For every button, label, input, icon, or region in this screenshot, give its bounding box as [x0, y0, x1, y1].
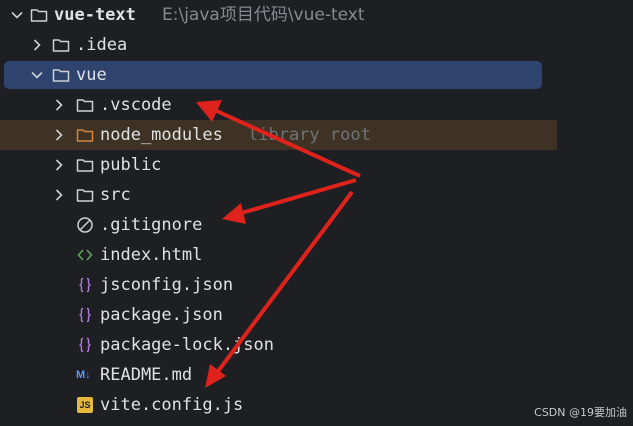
tree-row-idea[interactable]: .idea: [0, 30, 633, 60]
folder-icon: [76, 96, 94, 114]
tree-item-label: .gitignore: [100, 215, 203, 235]
tree-item-label: vite.config.js: [100, 395, 244, 415]
tree-item-label: package-lock.json: [100, 335, 274, 355]
tree-item-label: README.md: [100, 365, 193, 385]
tree-item-label: .vscode: [100, 95, 172, 115]
tree-row-project-root[interactable]: vue-text E:\java项目代码\vue-text: [0, 0, 633, 30]
chevron-right-icon[interactable]: [52, 128, 66, 142]
project-name: vue-text: [54, 5, 136, 25]
tree-row-package-lock[interactable]: package-lock.json: [0, 330, 633, 360]
folder-icon: [52, 36, 70, 54]
tree-row-vue[interactable]: vue: [0, 60, 633, 90]
tree-item-label: jsconfig.json: [100, 275, 234, 295]
chevron-down-icon[interactable]: [10, 8, 24, 22]
tree-row-package-json[interactable]: package.json: [0, 300, 633, 330]
html-icon: [76, 246, 94, 264]
chevron-right-icon[interactable]: [30, 38, 44, 52]
folder-icon: [76, 186, 94, 204]
tree-row-index-html[interactable]: index.html: [0, 240, 633, 270]
tree-item-label: node_modules: [100, 125, 223, 145]
json-icon: [76, 276, 94, 294]
chevron-right-icon[interactable]: [52, 188, 66, 202]
tree-item-label: vue: [76, 65, 107, 85]
markdown-icon: M↓: [76, 369, 91, 381]
chevron-right-icon[interactable]: [52, 98, 66, 112]
watermark: CSDN @19要加油: [534, 406, 627, 419]
folder-icon: [76, 156, 94, 174]
folder-icon: [30, 6, 48, 24]
tree-row-public[interactable]: public: [0, 150, 633, 180]
tree-row-jsconfig[interactable]: jsconfig.json: [0, 270, 633, 300]
json-icon: [76, 336, 94, 354]
tree-item-label: package.json: [100, 305, 223, 325]
tree-row-vscode[interactable]: .vscode: [0, 90, 633, 120]
tree-row-node-modules[interactable]: node_modules library root: [0, 120, 633, 150]
js-badge: JS: [77, 397, 93, 413]
chevron-down-icon[interactable]: [30, 68, 44, 82]
chevron-right-icon[interactable]: [52, 158, 66, 172]
tree-row-gitignore[interactable]: .gitignore: [0, 210, 633, 240]
tree-row-readme[interactable]: M↓ README.md: [0, 360, 633, 390]
tree-row-src[interactable]: src: [0, 180, 633, 210]
library-root-hint: library root: [248, 125, 371, 145]
gitignore-icon: [76, 216, 94, 234]
folder-icon-orange: [76, 126, 94, 144]
project-path: E:\java项目代码\vue-text: [162, 5, 365, 25]
js-icon: JS: [77, 397, 95, 415]
tree-item-label: public: [100, 155, 162, 175]
folder-icon: [52, 66, 70, 84]
json-icon: [76, 306, 94, 324]
tree-item-label: .idea: [76, 35, 128, 55]
tree-item-label: index.html: [100, 245, 203, 265]
project-tree: vue-text E:\java项目代码\vue-text .idea vue …: [0, 0, 633, 426]
tree-item-label: src: [100, 185, 131, 205]
